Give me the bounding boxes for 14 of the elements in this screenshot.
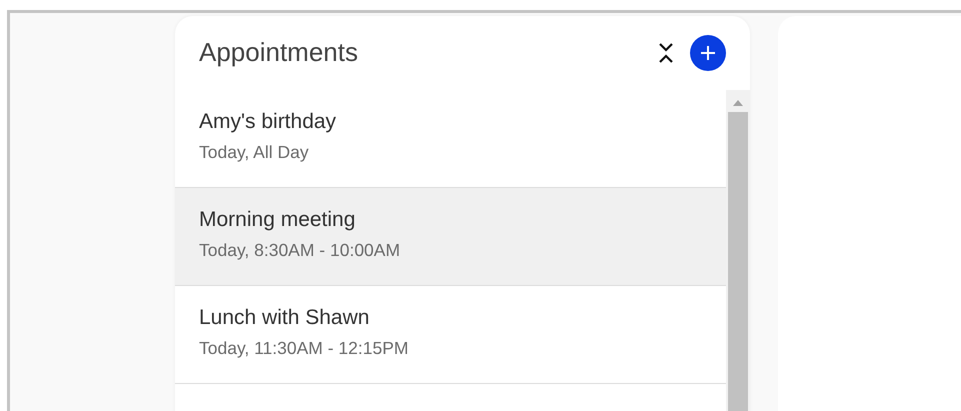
scrollbar[interactable] bbox=[726, 90, 750, 411]
panel-title: Appointments bbox=[199, 37, 359, 69]
collapse-icon bbox=[658, 42, 674, 64]
scroll-up-icon[interactable] bbox=[733, 100, 743, 106]
plus-icon bbox=[700, 45, 716, 61]
appointment-title: Amy's birthday bbox=[199, 109, 338, 135]
appointment-time: Today, 8:30AM - 10:00AM bbox=[199, 239, 402, 262]
appointment-item[interactable]: Morning meeting Today, 8:30AM - 10:00AM bbox=[175, 188, 726, 286]
add-button[interactable] bbox=[690, 35, 726, 71]
appointment-title: Morning meeting bbox=[199, 207, 356, 233]
appointment-time: Today, All Day bbox=[199, 141, 310, 164]
appointment-title: Lunch with Shawn bbox=[199, 305, 370, 331]
appointment-time: Today, 11:30AM - 12:15PM bbox=[199, 337, 410, 360]
scrollbar-thumb[interactable] bbox=[728, 112, 748, 411]
